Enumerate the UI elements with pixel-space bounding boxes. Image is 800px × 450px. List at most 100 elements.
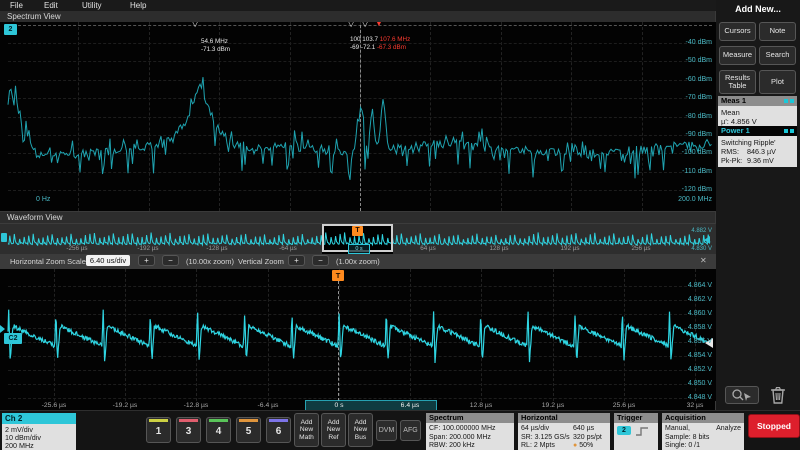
sidebar-button-cursors[interactable]: Cursors xyxy=(719,22,756,41)
trigger-badge-title: Trigger xyxy=(617,413,642,422)
power1-rms-value: 846.3 µV xyxy=(747,147,776,156)
meas1-badge-title: Meas 1 xyxy=(721,96,746,105)
close-zoom-toolbar-icon[interactable]: ✕ xyxy=(700,256,707,265)
horizontal-badge-row: 64 µs/div640 µs xyxy=(521,425,607,434)
sidebar-button-measure[interactable]: Measure xyxy=(719,46,756,65)
ch2-setting-line: 200 MHz xyxy=(5,442,73,450)
waveform-volt-label: 4.864 V xyxy=(642,282,712,289)
horizontal-zoom-scale-value[interactable]: 6.40 us/div xyxy=(86,255,130,266)
sidebar-button-search[interactable]: Search xyxy=(759,46,796,65)
meas1-value: µ': 4.856 V xyxy=(721,117,794,126)
power1-rms-label: RMS: xyxy=(721,147,747,156)
vertical-zoom-increase-button[interactable]: + xyxy=(288,255,305,266)
waveform-time-label: 25.6 µs xyxy=(602,402,646,409)
vertical-zoom-decrease-button[interactable]: − xyxy=(312,255,329,266)
run-stop-button[interactable]: Stopped xyxy=(748,414,800,438)
overview-time-label: -256 µs xyxy=(57,245,97,252)
trigger-settings-badge[interactable]: Trigger 2 xyxy=(614,413,658,450)
zoom-pan-icon xyxy=(731,388,753,402)
overview-time-label: -128 µs xyxy=(197,245,237,252)
channel-4-button[interactable]: 4 xyxy=(206,417,231,443)
spectrum-dbm-label: -70 dBm xyxy=(640,94,712,101)
spectrum-graticule[interactable]: -40 dBm-50 dBm-60 dBm-70 dBm-80 dBm-90 d… xyxy=(0,22,716,211)
spectrum-badge-line: RBW: 200 kHz xyxy=(429,442,511,450)
horizontal-badge-left: RL: 2 Mpts xyxy=(521,442,573,450)
marker-reference-ampl: -67.3 dBm xyxy=(377,44,406,51)
waveform-time-label: 32 µs xyxy=(673,402,717,409)
channel-5-button[interactable]: 5 xyxy=(236,417,261,443)
spectrum-badge-line: CF: 100.000000 MHz xyxy=(429,425,511,434)
spectrum-marker3-icon[interactable]: ▽ xyxy=(362,22,368,28)
afg-button[interactable]: AFG xyxy=(400,420,421,441)
overview-time-label: -192 µs xyxy=(128,245,168,252)
horizontal-zoom-increase-button[interactable]: + xyxy=(138,255,155,266)
waveform-time-label: -6.4 µs xyxy=(246,402,290,409)
meas1-type: Mean xyxy=(721,108,794,117)
right-sidebar: Add New... CursorsNoteMeasureSearchResul… xyxy=(716,0,800,410)
zoom-pan-tool-button[interactable] xyxy=(725,386,759,404)
overview-trigger-marker[interactable]: T xyxy=(352,226,363,236)
waveform-overview-strip[interactable]: -256 µs-192 µs-128 µs-64 µs64 µs128 µs19… xyxy=(0,224,716,254)
ch2-badge[interactable]: Ch 2 2 mV/div10 dBm/div200 MHz xyxy=(2,413,76,450)
trash-button[interactable] xyxy=(766,384,790,405)
overview-vmax-label: 4.882 V xyxy=(660,228,712,234)
power1-badge[interactable]: Power 1 Switching Ripple' RMS: 846.3 µV … xyxy=(718,126,797,167)
c2-channel-badge[interactable]: C2 xyxy=(4,333,22,344)
channel-6-button[interactable]: 6 xyxy=(266,417,291,443)
bottom-bar: Ch 2 2 mV/div10 dBm/div200 MHz 13456 Add… xyxy=(0,410,800,450)
waveform-volt-label: 4.860 V xyxy=(642,310,712,317)
add-new-math-button[interactable]: Add New Math xyxy=(294,413,319,447)
spectrum-trace-handle[interactable]: 2 xyxy=(4,24,17,35)
channel-1-button[interactable]: 1 xyxy=(146,417,171,443)
menu-item-edit[interactable]: Edit xyxy=(44,1,58,10)
sidebar-button-results-table[interactable]: Results Table xyxy=(719,70,756,94)
horizontal-badge-row: RL: 2 Mpts● 50% xyxy=(521,442,607,450)
meas1-badge[interactable]: Meas 1 Mean µ': 4.856 V xyxy=(718,96,797,128)
spectrum-marker1-icon[interactable]: ▽ xyxy=(192,22,198,28)
ch2-badge-title: Ch 2 xyxy=(5,414,22,423)
waveform-volt-label: 4.854 V xyxy=(642,352,712,359)
power1-dock-icon xyxy=(784,128,795,134)
dvm-button[interactable]: DVM xyxy=(376,420,397,441)
add-new-bus-button[interactable]: Add New Bus xyxy=(348,413,373,447)
power1-pkpk-label: Pk-Pk: xyxy=(721,156,747,165)
spectrum-dbm-label: -60 dBm xyxy=(640,76,712,83)
spectrum-marker2-icon[interactable]: ▽ xyxy=(348,22,354,28)
horizontal-position-value: 50% xyxy=(579,442,593,449)
acquisition-settings-badge[interactable]: Acquisition Manual, Analyze Sample: 8 bi… xyxy=(662,413,744,450)
menu-item-help[interactable]: Help xyxy=(130,1,146,10)
spectrum-dbm-label: -100 dBm xyxy=(640,149,712,156)
trigger-slope-icon xyxy=(635,426,649,437)
horizontal-zoom-factor: (10.00x zoom) xyxy=(186,257,234,266)
oscilloscope-screen: FileEditUtilityHelp Spectrum View -40 dB… xyxy=(0,0,800,450)
waveform-volt-label: 4.862 V xyxy=(642,296,712,303)
spectrum-reference-marker-icon[interactable]: ▼ xyxy=(375,22,383,28)
add-new-ref-button[interactable]: Add New Ref xyxy=(321,413,346,447)
vertical-zoom-factor: (1.00x zoom) xyxy=(336,257,380,266)
waveform-channel-level-arrow xyxy=(0,325,5,333)
spectrum-dbm-label: -40 dBm xyxy=(640,39,712,46)
waveform-time-label: 6.4 µs xyxy=(388,402,432,409)
channel-3-button[interactable]: 3 xyxy=(176,417,201,443)
marker-cluster-freqs: 100 103.7 xyxy=(350,36,378,43)
horizontal-zoom-decrease-button[interactable]: − xyxy=(162,255,179,266)
menu-item-file[interactable]: File xyxy=(10,1,23,10)
horizontal-badge-left: 64 µs/div xyxy=(521,425,573,434)
waveform-graticule[interactable]: TC24.864 V4.862 V4.860 V4.858 V4.856 V4.… xyxy=(0,269,716,401)
waveform-volt-label: 4.856 V xyxy=(642,338,712,345)
spectrum-badge-line: Span: 200.000 MHz xyxy=(429,434,511,443)
horizontal-settings-badge[interactable]: Horizontal 64 µs/div640 µsSR: 3.125 GS/s… xyxy=(518,413,610,450)
meas1-dock-icon xyxy=(784,98,795,104)
sidebar-button-plot[interactable]: Plot xyxy=(759,70,796,94)
overview-time-label: -64 µs xyxy=(268,245,308,252)
waveform-time-label: -25.6 µs xyxy=(32,402,76,409)
waveform-time-label: 12.8 µs xyxy=(459,402,503,409)
menu-item-utility[interactable]: Utility xyxy=(82,1,102,10)
spectrum-marker-cluster-readout: 100 103.7 107.6 MHz-69 -72.1 -67.3 dBm xyxy=(350,36,410,52)
horizontal-zoom-scale-label: Horizontal Zoom Scale xyxy=(10,257,86,266)
sidebar-button-note[interactable]: Note xyxy=(759,22,796,41)
overview-time-label: 192 µs xyxy=(550,245,590,252)
horizontal-badge-left: SR: 3.125 GS/s xyxy=(521,434,573,443)
power1-type: Switching Ripple' xyxy=(721,138,794,147)
spectrum-settings-badge[interactable]: Spectrum CF: 100.000000 MHzSpan: 200.000… xyxy=(426,413,514,450)
